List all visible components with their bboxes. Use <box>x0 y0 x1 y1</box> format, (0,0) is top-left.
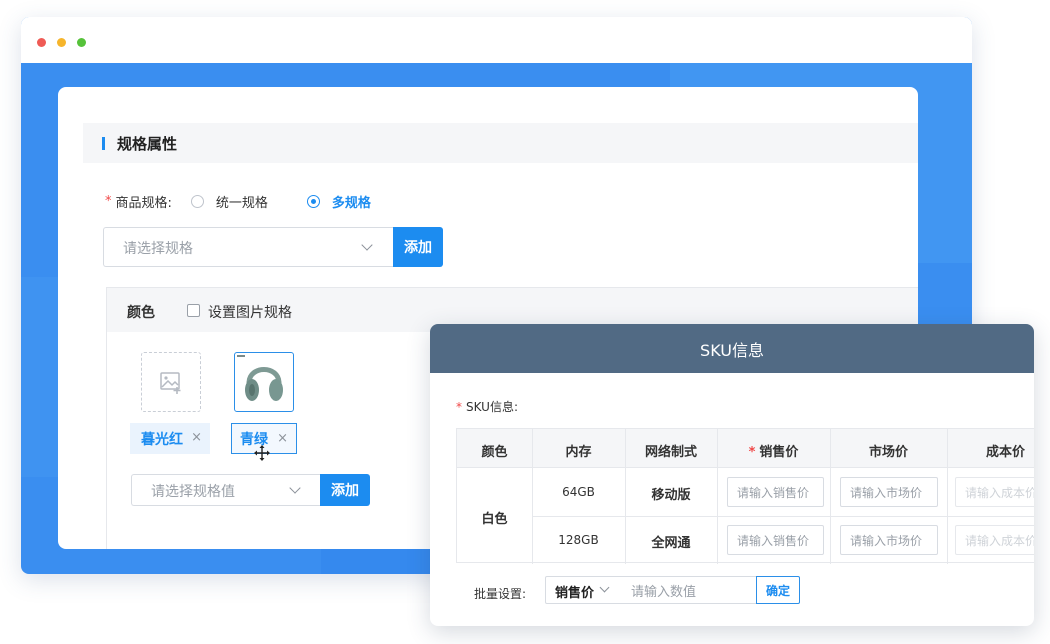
column-header-required: * 销售价 <box>748 445 799 460</box>
spec-select-placeholder: 请选择规格 <box>123 241 193 257</box>
network-cell: 全网通 <box>651 536 691 551</box>
table-divider <box>830 429 831 564</box>
headphone-product-image[interactable] <box>234 352 294 412</box>
memory-cell: 64GB <box>562 485 595 499</box>
chevron-down-icon <box>361 239 373 251</box>
section-header: 规格属性 <box>83 123 918 163</box>
table-divider <box>717 429 718 564</box>
table-divider <box>947 429 948 564</box>
market-price-input[interactable]: 请输入市场价 <box>840 525 938 555</box>
column-header: 内存 <box>565 445 592 460</box>
column-header: 市场价 <box>868 445 908 460</box>
headphones-icon <box>237 355 283 401</box>
radio-unified-label[interactable]: 统一规格 <box>216 192 268 211</box>
remove-tag-icon[interactable]: × <box>191 430 202 445</box>
sale-price-input[interactable]: 请输入销售价 <box>727 477 824 507</box>
batch-value-input[interactable]: 请输入数值 <box>617 576 757 604</box>
image-spec-checkbox[interactable] <box>187 304 200 317</box>
chevron-down-icon <box>599 582 610 593</box>
cost-price-input[interactable]: 请输入成本价 <box>955 477 1034 507</box>
sku-table: 颜色 内存 网络制式 * 销售价 市场价 成本价 白色 64GB 移动版 请输入销… <box>456 428 1034 564</box>
radio-unified-spec[interactable] <box>190 194 204 208</box>
color-cell: 白色 <box>481 512 508 527</box>
network-cell: 移动版 <box>651 488 691 503</box>
spec-group-name: 颜色 <box>127 305 155 321</box>
add-spec-button[interactable]: 添加 <box>393 227 443 267</box>
section-title: 规格属性 <box>117 135 178 153</box>
maximize-dot[interactable] <box>77 38 86 47</box>
image-upload-slot[interactable] <box>141 352 201 412</box>
image-spec-label[interactable]: 设置图片规格 <box>208 302 292 322</box>
modal-title: SKU信息 <box>430 324 1034 373</box>
market-price-input[interactable]: 请输入市场价 <box>840 477 938 507</box>
table-divider <box>532 516 1034 517</box>
remove-tag-icon[interactable]: × <box>277 431 288 446</box>
sale-price-input[interactable]: 请输入销售价 <box>727 525 824 555</box>
batch-confirm-button[interactable]: 确定 <box>756 576 800 604</box>
column-header: 网络制式 <box>644 445 697 460</box>
batch-settings-label: 批量设置: <box>474 587 527 601</box>
batch-field-select[interactable]: 销售价 <box>545 576 618 604</box>
sku-info-label: * SKU信息: <box>456 400 518 414</box>
sku-modal: SKU信息 * SKU信息: 颜色 内存 网络制式 * 销售价 市场价 成本价 白色… <box>430 324 1034 626</box>
column-header: 颜色 <box>481 445 508 460</box>
chevron-down-icon <box>289 482 301 494</box>
add-spec-value-button[interactable]: 添加 <box>320 474 370 506</box>
spec-type-row: * 商品规格: 统一规格 多规格 <box>105 191 371 211</box>
required-mark: * <box>105 193 112 209</box>
memory-cell: 128GB <box>558 533 599 547</box>
browser-titlebar <box>21 17 972 63</box>
spec-value-select-placeholder: 请选择规格值 <box>151 484 235 500</box>
spec-value-select[interactable]: 请选择规格值 <box>131 474 322 506</box>
cost-price-input[interactable]: 请输入成本价 <box>955 525 1034 555</box>
close-dot[interactable] <box>37 38 46 47</box>
batch-field-value: 销售价 <box>555 586 595 601</box>
spec-select[interactable]: 请选择规格 <box>103 227 394 267</box>
radio-multi-label[interactable]: 多规格 <box>332 192 371 211</box>
minimize-dot[interactable] <box>57 38 66 47</box>
radio-multi-spec[interactable] <box>306 194 320 208</box>
spec-type-label: 商品规格: <box>115 195 172 211</box>
add-image-icon <box>160 372 181 394</box>
move-cursor-icon <box>254 445 270 461</box>
spec-value-label: 暮光红 <box>141 431 183 448</box>
spec-value-tag[interactable]: 暮光红 × <box>130 423 210 454</box>
column-header: 成本价 <box>985 445 1025 460</box>
section-accent-bar <box>102 137 105 150</box>
required-mark: * <box>456 400 462 414</box>
